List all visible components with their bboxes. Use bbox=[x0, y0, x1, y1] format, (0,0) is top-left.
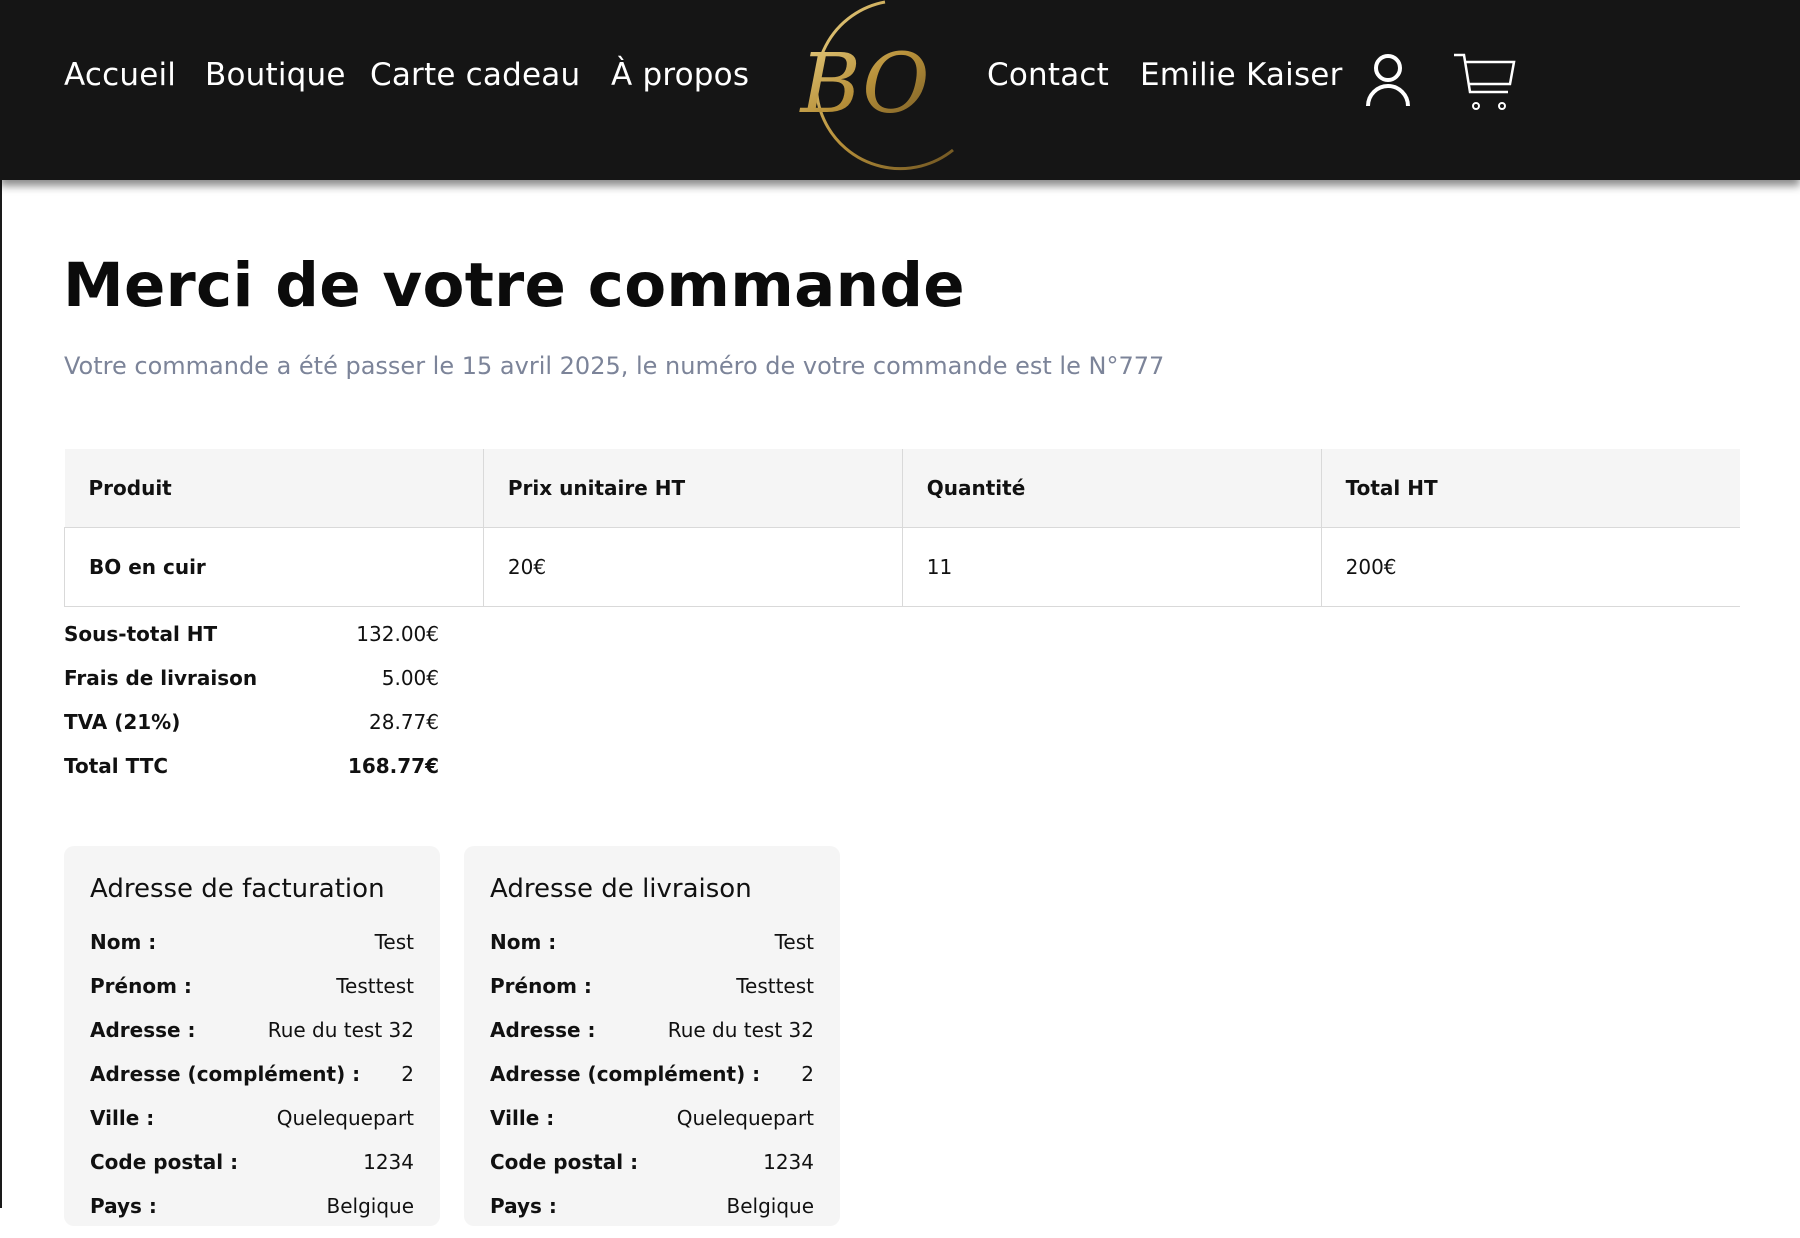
shipping-field-nom: Nom : Test bbox=[490, 930, 814, 974]
field-value: 2 bbox=[801, 1062, 814, 1086]
billing-field-adresse: Adresse : Rue du test 32 bbox=[90, 1018, 414, 1062]
billing-address-card: Adresse de facturation Nom : Test Prénom… bbox=[64, 846, 440, 1226]
field-value: 1234 bbox=[763, 1150, 814, 1174]
nav-link-a-propos[interactable]: À propos bbox=[611, 57, 749, 93]
vat-row: TVA (21%) 28.77€ bbox=[64, 710, 439, 754]
order-confirmation-subtitle: Votre commande a été passer le 15 avril … bbox=[64, 352, 1165, 380]
vat-value: 28.77€ bbox=[369, 710, 439, 734]
subtotal-row: Sous-total HT 132.00€ bbox=[64, 622, 439, 666]
grand-total-label: Total TTC bbox=[64, 754, 169, 778]
grand-total-value: 168.77€ bbox=[347, 754, 439, 778]
field-label: Adresse : bbox=[490, 1018, 596, 1042]
field-value: Belgique bbox=[326, 1194, 414, 1218]
vat-label: TVA (21%) bbox=[64, 710, 181, 734]
page-title: Merci de votre commande bbox=[63, 250, 965, 321]
shipping-field-code-postal: Code postal : 1234 bbox=[490, 1150, 814, 1194]
field-value: Belgique bbox=[726, 1194, 814, 1218]
field-label: Adresse (complément) : bbox=[90, 1062, 361, 1086]
field-label: Ville : bbox=[490, 1106, 555, 1130]
cart-icon bbox=[1454, 53, 1516, 110]
field-value: Testtest bbox=[736, 974, 814, 998]
nav-link-carte-cadeau[interactable]: Carte cadeau bbox=[370, 57, 580, 93]
nav-link-account-name[interactable]: Emilie Kaiser bbox=[1140, 57, 1343, 93]
nav-link-boutique[interactable]: Boutique bbox=[205, 57, 346, 93]
shipping-address-card: Adresse de livraison Nom : Test Prénom :… bbox=[464, 846, 840, 1226]
billing-field-pays: Pays : Belgique bbox=[90, 1194, 414, 1238]
shipping-label: Frais de livraison bbox=[64, 666, 258, 690]
field-value: Quelequepart bbox=[276, 1106, 414, 1130]
billing-address-title: Adresse de facturation bbox=[90, 874, 385, 904]
grand-total-row: Total TTC 168.77€ bbox=[64, 754, 439, 798]
field-value: Test bbox=[374, 930, 414, 954]
shipping-field-ville: Ville : Quelequepart bbox=[490, 1106, 814, 1150]
field-value: Test bbox=[774, 930, 814, 954]
billing-field-code-postal: Code postal : 1234 bbox=[90, 1150, 414, 1194]
column-header-prix-unitaire: Prix unitaire HT bbox=[482, 449, 903, 528]
shipping-field-pays: Pays : Belgique bbox=[490, 1194, 814, 1238]
logo-emblem: BO bbox=[798, 0, 954, 171]
shipping-address-title: Adresse de livraison bbox=[490, 874, 752, 904]
cell-quantity: 11 bbox=[901, 527, 1322, 607]
brand-logo[interactable]: BO bbox=[775, 0, 955, 178]
field-label: Code postal : bbox=[90, 1150, 239, 1174]
field-label: Ville : bbox=[90, 1106, 155, 1130]
logo-text: BO bbox=[798, 37, 929, 132]
account-button[interactable] bbox=[1364, 52, 1412, 112]
billing-field-ville: Ville : Quelequepart bbox=[90, 1106, 414, 1150]
shipping-value: 5.00€ bbox=[381, 666, 439, 690]
field-label: Prénom : bbox=[490, 974, 592, 998]
order-totals: Sous-total HT 132.00€ Frais de livraison… bbox=[64, 622, 439, 798]
shipping-row: Frais de livraison 5.00€ bbox=[64, 666, 439, 710]
table-row: BO en cuir 20€ 11 200€ bbox=[64, 527, 1740, 607]
column-header-total-ht: Total HT bbox=[1320, 449, 1740, 528]
field-value: Testtest bbox=[336, 974, 414, 998]
subtotal-value: 132.00€ bbox=[356, 622, 439, 646]
table-header-row: Produit Prix unitaire HT Quantité Total … bbox=[64, 449, 1740, 528]
field-value: 2 bbox=[401, 1062, 414, 1086]
field-value: Quelequepart bbox=[676, 1106, 814, 1130]
shipping-field-adresse: Adresse : Rue du test 32 bbox=[490, 1018, 814, 1062]
field-value: 1234 bbox=[363, 1150, 414, 1174]
field-value: Rue du test 32 bbox=[267, 1018, 414, 1042]
cell-total: 200€ bbox=[1320, 527, 1740, 607]
field-value: Rue du test 32 bbox=[667, 1018, 814, 1042]
billing-field-prenom: Prénom : Testtest bbox=[90, 974, 414, 1018]
subtotal-label: Sous-total HT bbox=[64, 622, 218, 646]
field-label: Code postal : bbox=[490, 1150, 639, 1174]
shipping-field-complement: Adresse (complément) : 2 bbox=[490, 1062, 814, 1106]
field-label: Adresse (complément) : bbox=[490, 1062, 761, 1086]
cart-button[interactable] bbox=[1452, 52, 1516, 116]
field-label: Prénom : bbox=[90, 974, 192, 998]
field-label: Pays : bbox=[490, 1194, 557, 1218]
site-header: Accueil Boutique Carte cadeau À propos B… bbox=[0, 0, 1800, 180]
order-table: Produit Prix unitaire HT Quantité Total … bbox=[64, 449, 1740, 607]
field-label: Nom : bbox=[490, 930, 557, 954]
billing-field-nom: Nom : Test bbox=[90, 930, 414, 974]
cell-product: BO en cuir bbox=[64, 527, 484, 607]
nav-link-accueil[interactable]: Accueil bbox=[64, 57, 176, 93]
field-label: Pays : bbox=[90, 1194, 157, 1218]
billing-field-complement: Adresse (complément) : 2 bbox=[90, 1062, 414, 1106]
column-header-produit: Produit bbox=[64, 449, 484, 528]
shipping-field-prenom: Prénom : Testtest bbox=[490, 974, 814, 1018]
column-header-quantite: Quantité bbox=[901, 449, 1322, 528]
field-label: Nom : bbox=[90, 930, 157, 954]
nav-link-contact[interactable]: Contact bbox=[987, 57, 1109, 93]
field-label: Adresse : bbox=[90, 1018, 196, 1042]
page-left-border bbox=[0, 0, 2, 1208]
user-icon bbox=[1366, 54, 1410, 107]
cell-unit-price: 20€ bbox=[482, 527, 903, 607]
